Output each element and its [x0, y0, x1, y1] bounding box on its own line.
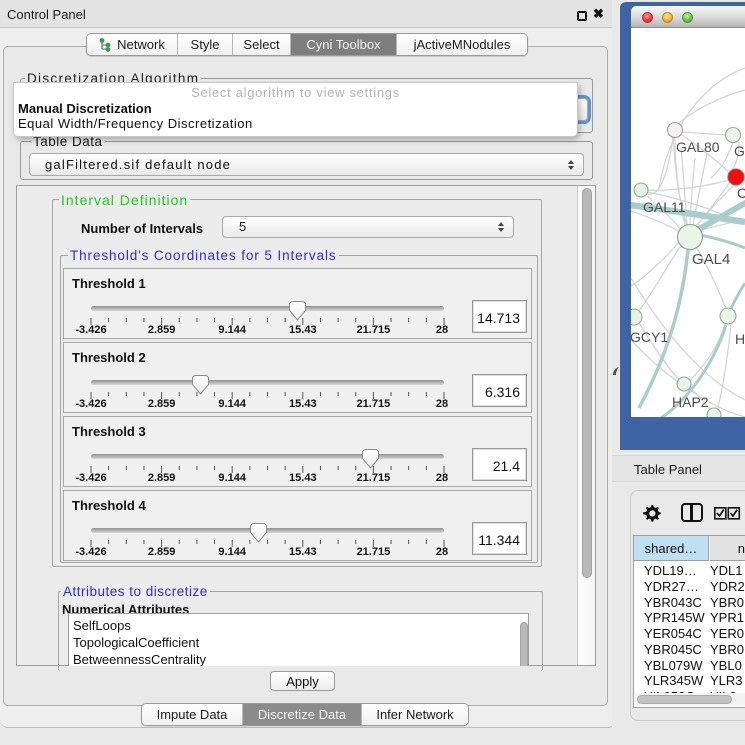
svg-text:GA: GA	[734, 143, 745, 159]
svg-text:C: C	[737, 185, 745, 201]
svg-text:GAL11: GAL11	[643, 199, 686, 215]
svg-text:H: H	[735, 331, 745, 347]
svg-text:HAP2: HAP2	[672, 394, 709, 410]
svg-text:GAL4: GAL4	[692, 251, 730, 268]
svg-text:GCY1: GCY1	[631, 329, 668, 345]
svg-text:GAL80: GAL80	[676, 139, 720, 155]
